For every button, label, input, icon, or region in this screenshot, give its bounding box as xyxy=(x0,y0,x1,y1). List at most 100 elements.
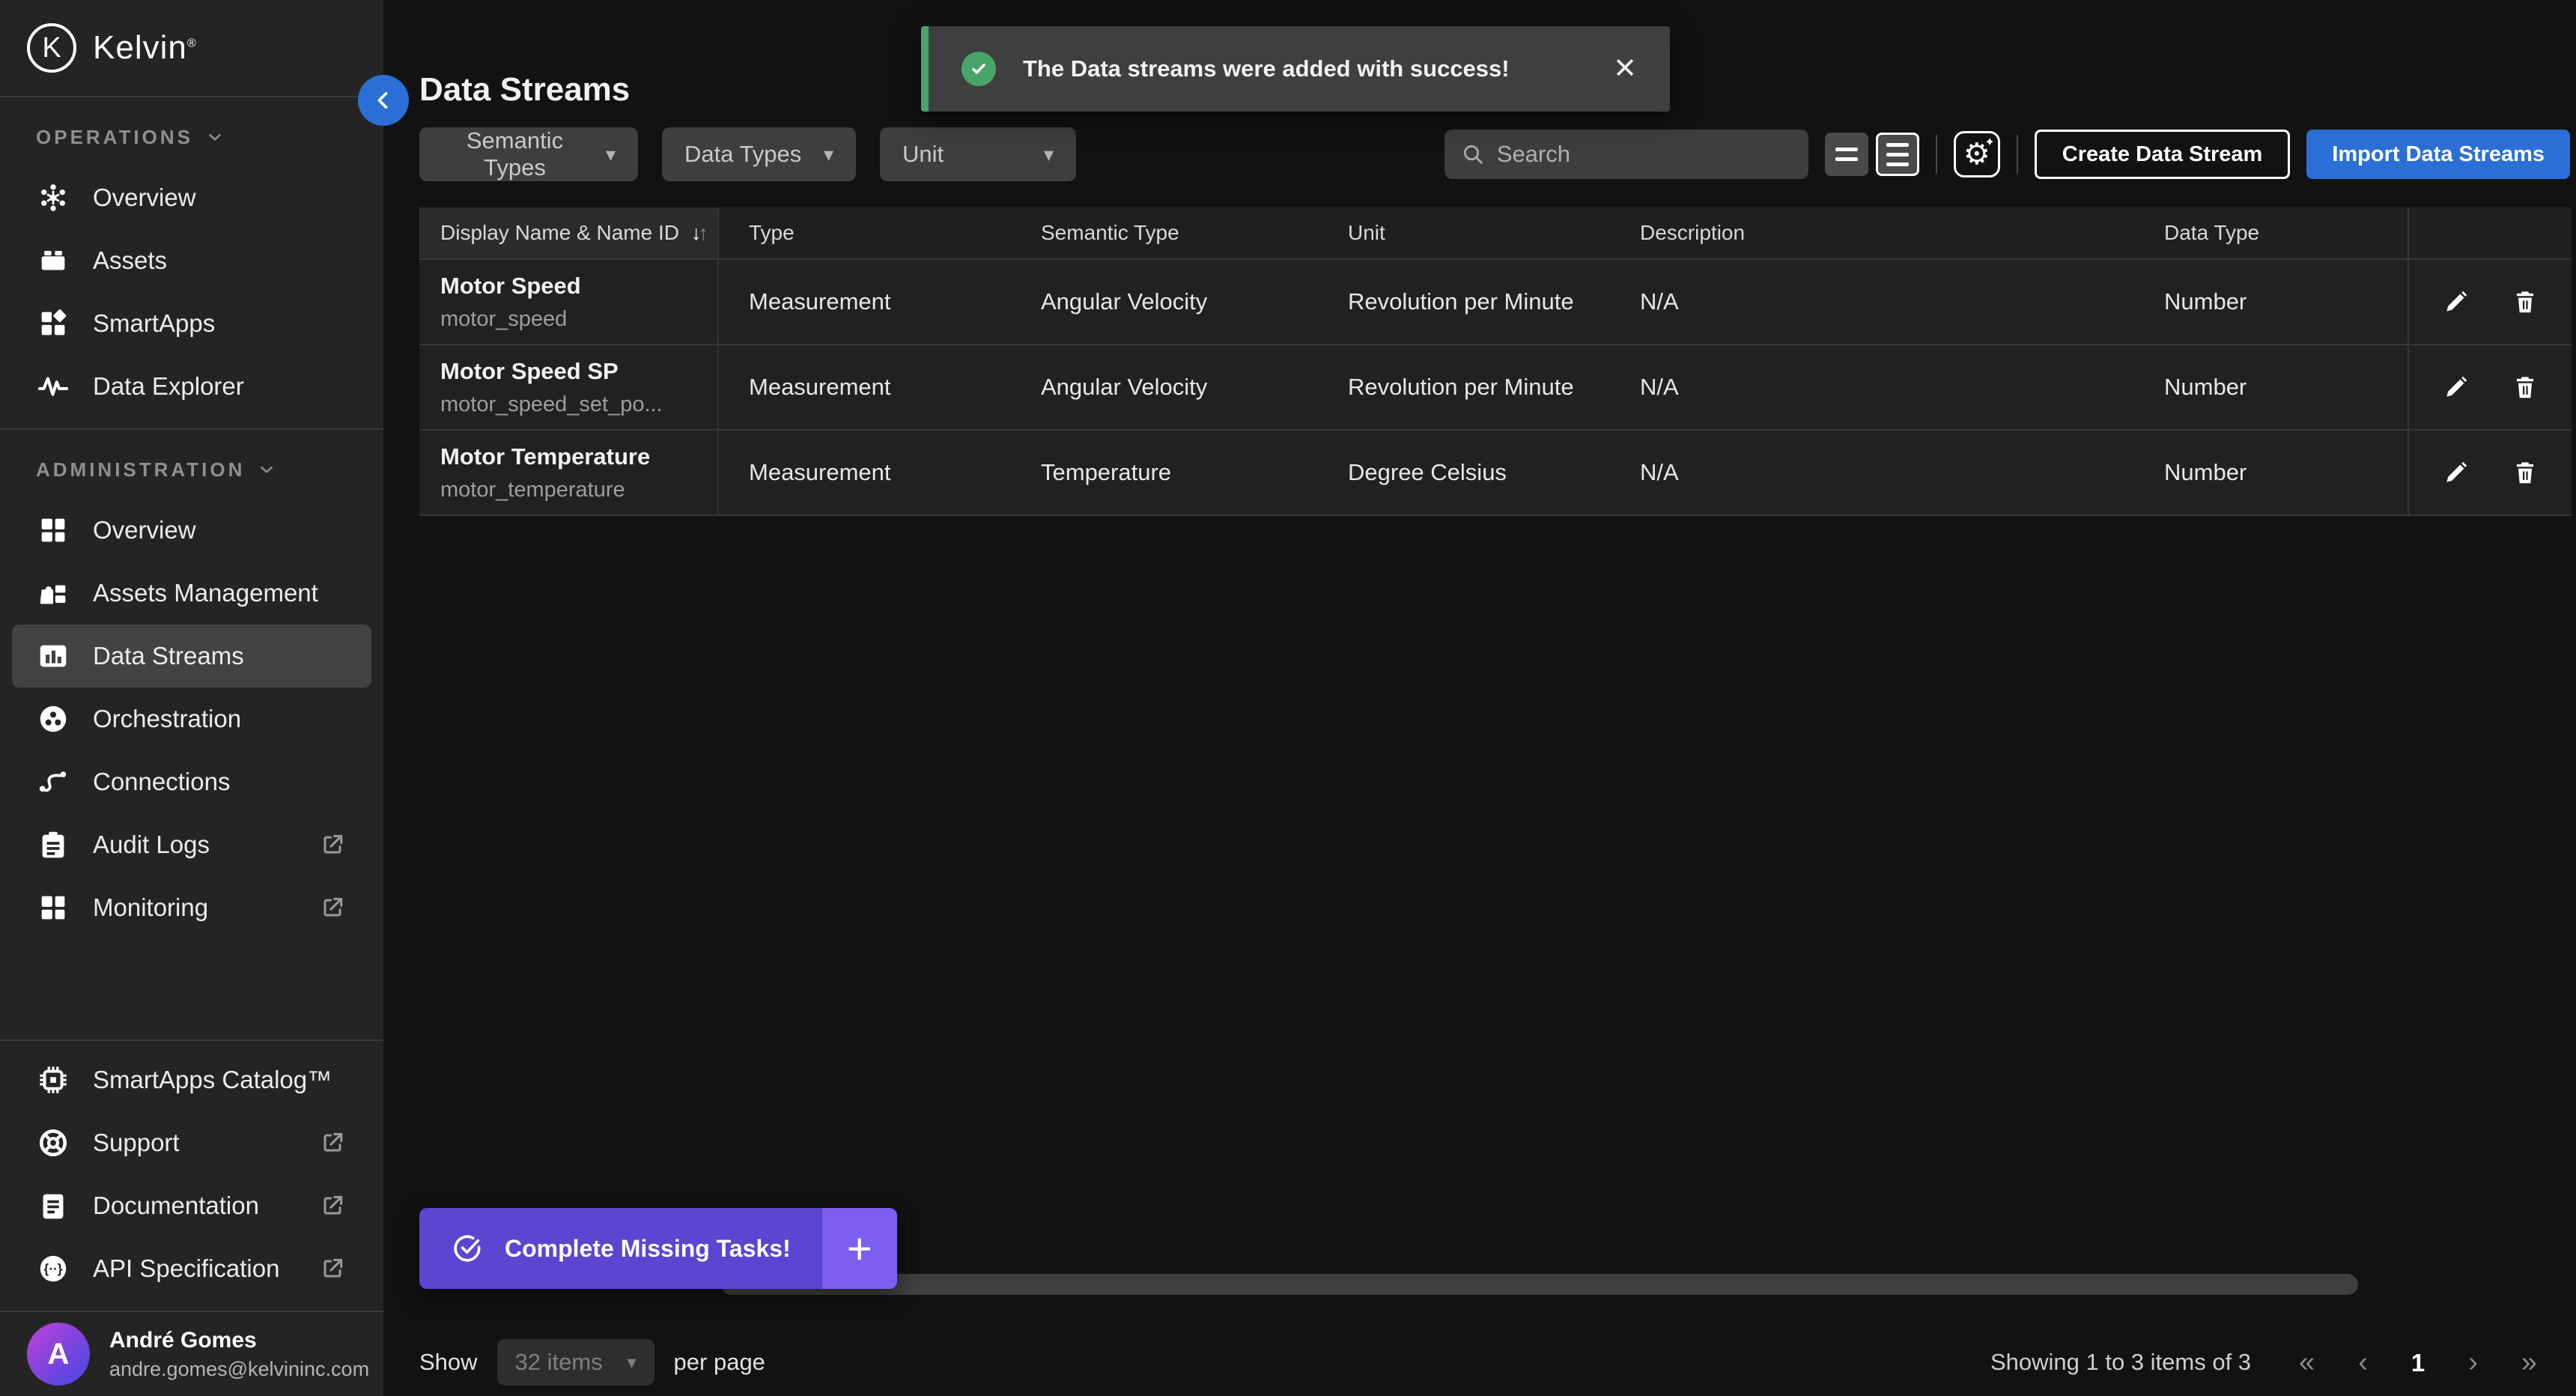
row-name: Motor Temperature xyxy=(440,443,650,470)
show-label: Show xyxy=(419,1349,478,1376)
main-content: The Data streams were added with success… xyxy=(383,0,2576,1396)
success-toast: The Data streams were added with success… xyxy=(921,26,1670,112)
cell-data-type: Number xyxy=(2134,345,2408,429)
section-label-operations[interactable]: OPERATIONS xyxy=(0,108,383,166)
sidebar-item-audit-logs[interactable]: Audit Logs xyxy=(0,813,383,876)
sidebar-item-label: Documentation xyxy=(93,1192,259,1220)
sidebar-item-smartapps[interactable]: SmartApps xyxy=(0,292,383,355)
column-header-display-name[interactable]: Display Name & Name ID ↓↑ xyxy=(419,207,719,258)
sidebar-spacer xyxy=(0,939,383,1040)
table-row[interactable]: Motor Speed motor_speed Measurement Angu… xyxy=(419,260,2572,345)
caret-down-icon: ▾ xyxy=(606,143,616,166)
density-comfortable-button[interactable] xyxy=(1825,133,1868,176)
sidebar-item-assets-management[interactable]: Assets Management xyxy=(0,562,383,625)
section-label-administration[interactable]: ADMINISTRATION xyxy=(0,440,383,499)
sidebar-item-monitoring[interactable]: Monitoring xyxy=(0,876,383,939)
next-page-button[interactable]: › xyxy=(2468,1348,2478,1377)
import-data-streams-button[interactable]: Import Data Streams xyxy=(2306,130,2570,179)
sidebar-item-label: API Specification xyxy=(93,1254,279,1283)
sidebar-divider xyxy=(0,428,383,430)
sidebar-item-assets[interactable]: Assets xyxy=(0,229,383,292)
sort-icon: ↓↑ xyxy=(691,222,705,245)
cell-data-type: Number xyxy=(2134,431,2408,515)
sidebar-collapse-button[interactable] xyxy=(358,75,409,126)
sidebar-item-documentation[interactable]: Documentation xyxy=(0,1174,383,1237)
brick-icon xyxy=(36,243,70,278)
first-page-button[interactable]: « xyxy=(2299,1348,2315,1377)
cell-semantic-type: Angular Velocity xyxy=(1011,345,1318,429)
external-link-icon xyxy=(318,1191,347,1221)
chevron-left-icon xyxy=(371,88,396,113)
edit-button[interactable] xyxy=(2440,457,2472,488)
toast-close-button[interactable]: ✕ xyxy=(1613,55,1637,83)
data-types-filter[interactable]: Data Types ▾ xyxy=(662,127,856,181)
column-header-data-type: Data Type xyxy=(2134,207,2408,258)
last-page-button[interactable]: » xyxy=(2521,1348,2537,1377)
create-data-stream-button[interactable]: Create Data Stream xyxy=(2035,130,2291,179)
cell-unit: Revolution per Minute xyxy=(1318,260,1610,344)
user-info: André Gomes andre.gomes@kelvininc.com xyxy=(109,1328,369,1381)
logo[interactable]: K Kelvin® xyxy=(0,0,383,97)
search-icon xyxy=(1461,142,1485,166)
page-summary: Showing 1 to 3 items of 3 xyxy=(1990,1349,2251,1376)
section-label-text: ADMINISTRATION xyxy=(36,458,245,482)
delete-button[interactable] xyxy=(2509,457,2541,488)
table-row[interactable]: Motor Temperature motor_temperature Meas… xyxy=(419,431,2572,516)
page-size-select[interactable]: 32 items ▾ xyxy=(497,1339,654,1386)
caret-down-icon: ▾ xyxy=(628,1352,637,1374)
sidebar-item-data-explorer[interactable]: Data Explorer xyxy=(0,355,383,418)
column-header-unit: Unit xyxy=(1318,207,1610,258)
chip-icon xyxy=(36,1063,70,1097)
pagination-controls: Showing 1 to 3 items of 3 « ‹ 1 › » xyxy=(1990,1348,2537,1377)
row-name-id: motor_speed_set_po... xyxy=(440,392,663,417)
table-row[interactable]: Motor Speed SP motor_speed_set_po... Mea… xyxy=(419,345,2572,431)
density-toggle xyxy=(1825,133,1919,176)
unit-filter[interactable]: Unit ▾ xyxy=(880,127,1076,181)
pager: « ‹ 1 › » xyxy=(2299,1348,2537,1377)
edit-button[interactable] xyxy=(2440,371,2472,403)
sidebar-item-overview[interactable]: Overview xyxy=(0,166,383,229)
cell-actions xyxy=(2408,345,2572,429)
delete-button[interactable] xyxy=(2509,371,2541,403)
caret-down-icon: ▾ xyxy=(824,143,833,166)
search-box xyxy=(1445,130,1808,179)
sidebar-item-support[interactable]: Support xyxy=(0,1111,383,1174)
edit-button[interactable] xyxy=(2440,286,2472,318)
avatar: A xyxy=(27,1323,90,1386)
chevron-down-icon xyxy=(257,460,276,479)
cell-unit: Degree Celsius xyxy=(1318,431,1610,515)
sidebar-item-label: Overview xyxy=(93,516,196,544)
complete-missing-tasks-button[interactable]: Complete Missing Tasks! + xyxy=(419,1208,897,1289)
clipboard-icon xyxy=(36,828,70,862)
user-email: andre.gomes@kelvininc.com xyxy=(109,1358,369,1381)
data-streams-table: Display Name & Name ID ↓↑ Type Semantic … xyxy=(419,207,2572,516)
page-number[interactable]: 1 xyxy=(2411,1350,2425,1375)
horizontal-scrollbar xyxy=(721,1274,2358,1295)
cell-semantic-type: Temperature xyxy=(1011,431,1318,515)
row-name: Motor Speed xyxy=(440,273,581,300)
table-settings-button[interactable]: ⚙ ✦ xyxy=(1954,131,2000,177)
sidebar-item-smartapps-catalog-[interactable]: SmartApps Catalog™ xyxy=(0,1048,383,1111)
sidebar-item-overview[interactable]: Overview xyxy=(0,499,383,562)
smartapps-icon xyxy=(36,306,70,341)
toolbar-divider xyxy=(1936,135,1937,174)
section-label-text: OPERATIONS xyxy=(36,126,193,149)
external-link-icon xyxy=(318,830,347,860)
kelvin-logo-icon: K xyxy=(27,23,76,73)
sidebar-item-data-streams[interactable]: Data Streams xyxy=(12,625,371,688)
scrollbar-thumb[interactable] xyxy=(721,1274,2358,1295)
semantic-types-filter[interactable]: Semantic Types ▾ xyxy=(419,127,638,181)
search-input[interactable] xyxy=(1497,141,1792,168)
sidebar-item-connections[interactable]: Connections xyxy=(0,750,383,813)
task-add-button[interactable]: + xyxy=(822,1208,897,1289)
density-compact-button[interactable] xyxy=(1876,133,1919,176)
task-button-main[interactable]: Complete Missing Tasks! xyxy=(419,1208,822,1289)
delete-button[interactable] xyxy=(2509,286,2541,318)
prev-page-button[interactable]: ‹ xyxy=(2358,1348,2368,1377)
cell-type: Measurement xyxy=(719,431,1011,515)
column-header-actions xyxy=(2408,207,2572,258)
sidebar-item-orchestration[interactable]: Orchestration xyxy=(0,688,383,750)
sidebar-item-api-specification[interactable]: {··} API Specification xyxy=(0,1237,383,1300)
user-menu[interactable]: A André Gomes andre.gomes@kelvininc.com xyxy=(0,1312,383,1396)
waveform-icon xyxy=(36,369,70,404)
